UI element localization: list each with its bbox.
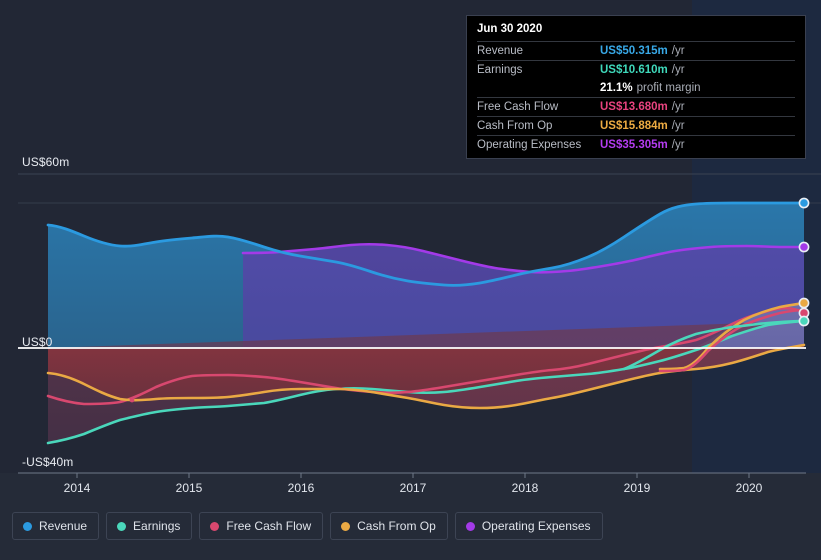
tooltip-value-profit-margin: 21.1% bbox=[600, 82, 633, 94]
legend-dot-operating-expenses-icon bbox=[465, 521, 475, 531]
x-axis-label-2017: 2017 bbox=[399, 481, 427, 495]
chart-page: US$60m US$0 -US$40m 2014 2015 2016 2017 … bbox=[0, 0, 821, 560]
tooltip-value-revenue: US$50.315m bbox=[600, 45, 668, 57]
tooltip-value-earnings: US$10.610m bbox=[600, 64, 668, 76]
legend-label-operating-expenses: Operating Expenses bbox=[481, 519, 591, 533]
chart-tooltip: Jun 30 2020 Revenue US$50.315m /yr Earni… bbox=[466, 15, 806, 159]
x-axis-label-2014: 2014 bbox=[63, 481, 91, 495]
tooltip-value-operating-expenses: US$35.305m bbox=[600, 139, 668, 151]
x-axis-label-2016: 2016 bbox=[287, 481, 315, 495]
tooltip-value-cash-from-op: US$15.884m bbox=[600, 120, 668, 132]
legend-item-free-cash-flow[interactable]: Free Cash Flow bbox=[199, 512, 324, 540]
tooltip-label-operating-expenses: Operating Expenses bbox=[477, 139, 582, 151]
free-cash-flow-point-marker bbox=[129, 397, 135, 403]
legend-item-revenue[interactable]: Revenue bbox=[12, 512, 100, 540]
tooltip-row-operating-expenses: Operating Expenses US$35.305m /yr bbox=[477, 135, 795, 154]
tooltip-unit-cash-from-op: /yr bbox=[671, 120, 685, 132]
y-axis-label-top: US$60m bbox=[22, 155, 70, 169]
legend-label-free-cash-flow: Free Cash Flow bbox=[226, 519, 312, 533]
legend-item-operating-expenses[interactable]: Operating Expenses bbox=[454, 512, 603, 540]
legend-dot-revenue-icon bbox=[23, 521, 32, 531]
cash-from-op-endpoint-marker bbox=[798, 297, 810, 309]
legend-dot-free-cash-flow-icon bbox=[210, 521, 220, 531]
x-axis-label-2015: 2015 bbox=[175, 481, 203, 495]
tooltip-label-free-cash-flow: Free Cash Flow bbox=[477, 101, 559, 113]
tooltip-row-profit-margin: 21.1% profit margin bbox=[477, 79, 795, 97]
tooltip-label-earnings: Earnings bbox=[477, 64, 523, 76]
tooltip-unit-operating-expenses: /yr bbox=[671, 139, 685, 151]
tooltip-unit-free-cash-flow: /yr bbox=[671, 101, 685, 113]
legend-dot-cash-from-op-icon bbox=[341, 521, 351, 531]
tooltip-row-revenue: Revenue US$50.315m /yr bbox=[477, 41, 795, 60]
legend-item-earnings[interactable]: Earnings bbox=[106, 512, 193, 540]
legend-label-cash-from-op: Cash From Op bbox=[357, 519, 436, 533]
y-axis-label-bottom: -US$40m bbox=[22, 455, 74, 469]
legend-dot-earnings-icon bbox=[117, 521, 127, 531]
tooltip-label-revenue: Revenue bbox=[477, 45, 524, 57]
revenue-endpoint-marker bbox=[798, 197, 810, 209]
tooltip-date: Jun 30 2020 bbox=[477, 23, 543, 35]
earnings-endpoint-marker bbox=[798, 315, 810, 327]
legend-item-cash-from-op[interactable]: Cash From Op bbox=[330, 512, 448, 540]
x-axis-label-2020: 2020 bbox=[735, 481, 763, 495]
chart-legend: Revenue Earnings Free Cash Flow Cash Fro… bbox=[12, 512, 603, 540]
tooltip-value-free-cash-flow: US$13.680m bbox=[600, 101, 668, 113]
tooltip-row-cash-from-op: Cash From Op US$15.884m /yr bbox=[477, 116, 795, 135]
operating-expenses-endpoint-marker bbox=[798, 241, 810, 253]
tooltip-unit-revenue: /yr bbox=[671, 45, 685, 57]
y-axis-label-zero: US$0 bbox=[22, 335, 53, 349]
tooltip-row-earnings: Earnings US$10.610m /yr bbox=[477, 60, 795, 79]
tooltip-row-free-cash-flow: Free Cash Flow US$13.680m /yr bbox=[477, 97, 795, 116]
legend-label-revenue: Revenue bbox=[39, 519, 88, 533]
x-axis-label-2019: 2019 bbox=[623, 481, 651, 495]
tooltip-unit-profit-margin: profit margin bbox=[636, 82, 701, 94]
x-axis-label-2018: 2018 bbox=[511, 481, 539, 495]
legend-label-earnings: Earnings bbox=[133, 519, 181, 533]
tooltip-unit-earnings: /yr bbox=[671, 64, 685, 76]
tooltip-label-cash-from-op: Cash From Op bbox=[477, 120, 553, 132]
